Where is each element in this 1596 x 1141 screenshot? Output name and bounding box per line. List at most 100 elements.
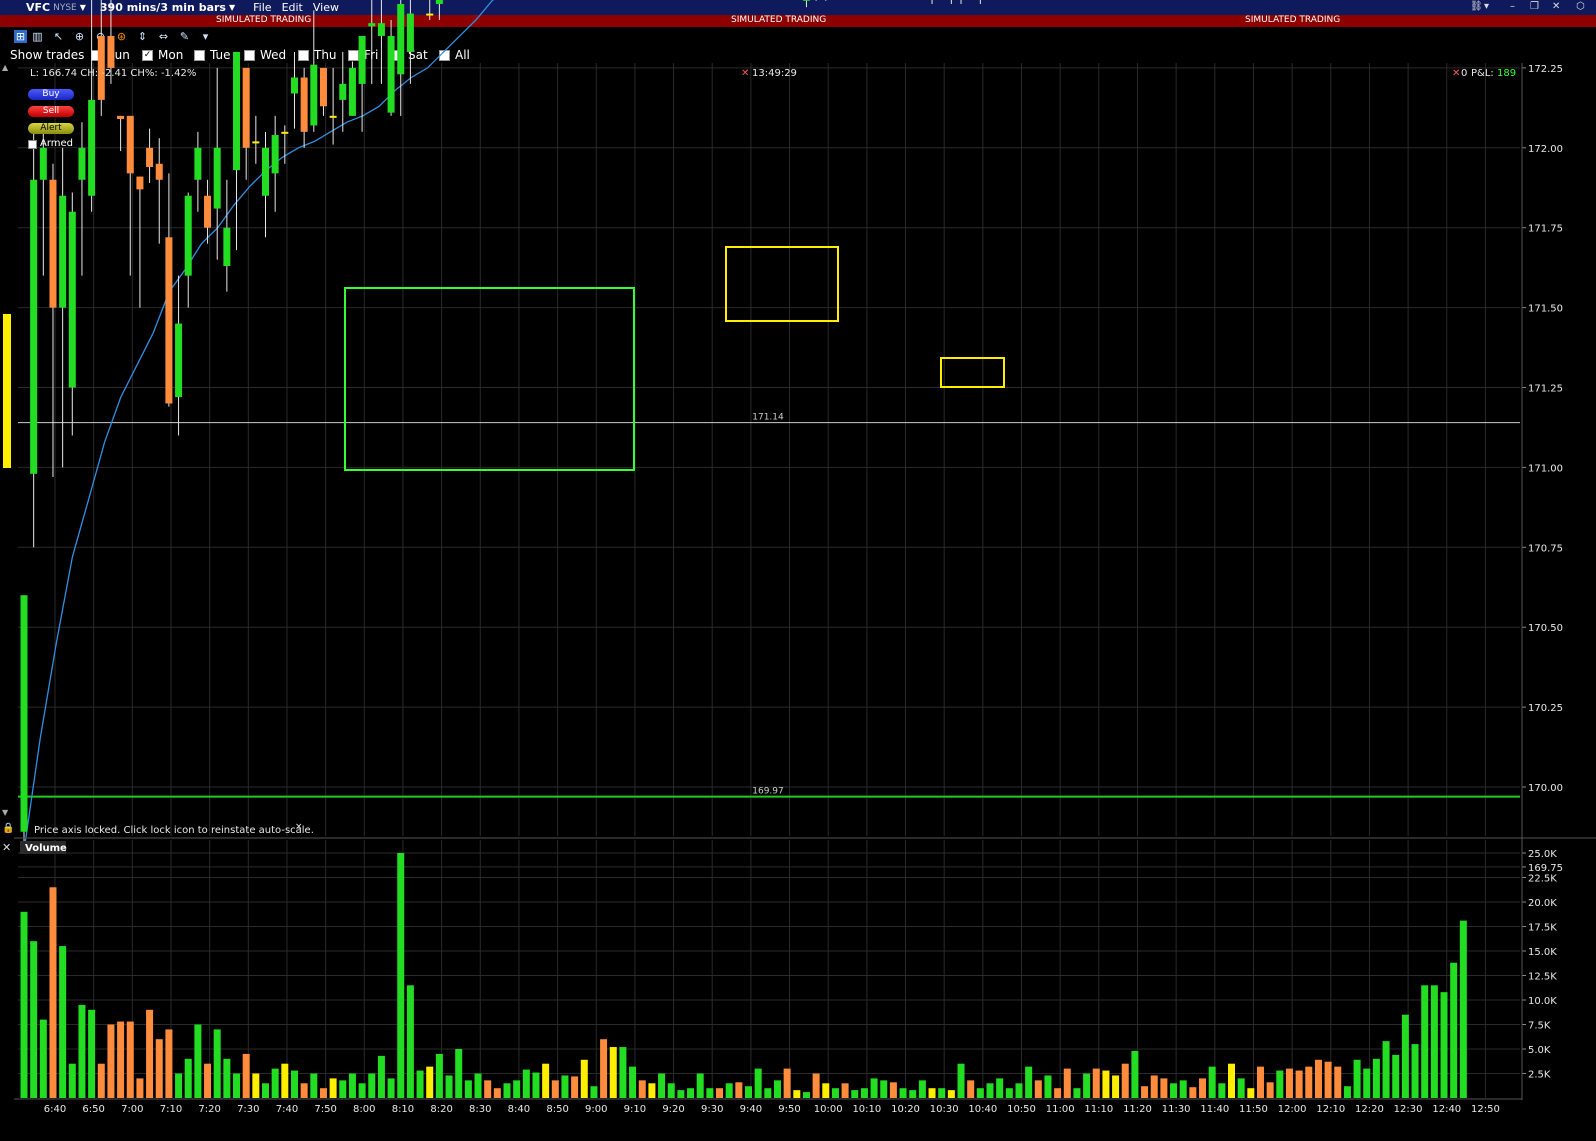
price-tick-label: 171.00 bbox=[1528, 463, 1563, 474]
volume-bar bbox=[677, 1090, 685, 1098]
volume-bar bbox=[1044, 1075, 1052, 1098]
close-icon[interactable]: ✕ bbox=[741, 68, 749, 79]
candle-body bbox=[281, 131, 289, 134]
volume-bar bbox=[290, 1070, 298, 1098]
axis-locked-note: Price axis locked. Click lock icon to re… bbox=[34, 825, 314, 836]
time-tick-label: 10:40 bbox=[968, 1104, 997, 1115]
pnl-label: P&L: bbox=[1471, 68, 1494, 79]
highlight-box-yellow bbox=[725, 246, 839, 322]
volume-bar bbox=[725, 1083, 733, 1098]
volume-bar bbox=[377, 1055, 385, 1098]
candle-body bbox=[310, 64, 318, 126]
candle-body bbox=[802, 0, 810, 1]
volume-bar bbox=[1353, 1059, 1361, 1098]
price-tick-label: 171.25 bbox=[1528, 384, 1563, 395]
time-tick-label: 9:30 bbox=[701, 1104, 723, 1115]
candle-body bbox=[397, 3, 405, 75]
volume-bar bbox=[126, 1021, 134, 1098]
volume-bar bbox=[484, 1080, 492, 1098]
price-volume-chart[interactable]: 174.35173.13171.14169.97 169.75170.00170… bbox=[0, 0, 1596, 1141]
volume-bar bbox=[1305, 1066, 1313, 1098]
volume-bar bbox=[1411, 1044, 1419, 1098]
volume-bar bbox=[435, 1053, 443, 1098]
time-tick-label: 9:20 bbox=[662, 1104, 684, 1115]
volume-bar bbox=[551, 1080, 559, 1098]
volume-bar bbox=[638, 1080, 646, 1098]
volume-bar bbox=[165, 1029, 173, 1098]
time-tick-label: 9:10 bbox=[624, 1104, 646, 1115]
volume-bar bbox=[426, 1066, 434, 1098]
vwap-polyline bbox=[23, 0, 495, 851]
time-tick-label: 12:00 bbox=[1278, 1104, 1307, 1115]
candle-body bbox=[300, 77, 308, 132]
time-tick-label: 7:20 bbox=[198, 1104, 220, 1115]
clock-text: 13:49:29 bbox=[752, 68, 797, 79]
price-level-label: 169.97 bbox=[752, 787, 784, 797]
vwap-line bbox=[23, 0, 495, 851]
buy-button[interactable]: Buy bbox=[28, 89, 74, 100]
candle-body bbox=[39, 147, 47, 180]
volume-bar bbox=[773, 1080, 781, 1098]
volume-bar bbox=[1218, 1083, 1226, 1098]
volume-bar bbox=[1401, 1014, 1409, 1098]
sell-button[interactable]: Sell bbox=[28, 106, 74, 117]
volume-bar bbox=[1237, 1078, 1245, 1098]
volume-bar bbox=[889, 1082, 897, 1098]
volume-bar bbox=[1160, 1078, 1168, 1098]
price-tick-label: 169.75 bbox=[1528, 863, 1563, 874]
candle-body bbox=[146, 147, 154, 167]
volume-bar bbox=[1421, 985, 1429, 1098]
volume-bar bbox=[1150, 1075, 1158, 1098]
volume-bar bbox=[1343, 1086, 1351, 1098]
price-level-label: 171.14 bbox=[752, 413, 784, 423]
volume-bar bbox=[445, 1075, 453, 1098]
volume-bar bbox=[986, 1083, 994, 1098]
volume-bar bbox=[561, 1075, 569, 1098]
volume-bar bbox=[590, 1086, 598, 1098]
volume-bar bbox=[880, 1080, 888, 1098]
candle-body bbox=[252, 141, 260, 144]
volume-bar bbox=[735, 1082, 743, 1098]
volume-bar bbox=[1295, 1070, 1303, 1098]
volume-bar bbox=[1179, 1080, 1187, 1098]
armed-checkbox[interactable] bbox=[28, 140, 37, 149]
volume-label: Volume bbox=[25, 843, 67, 854]
volume-bar bbox=[68, 1063, 76, 1098]
volume-bar bbox=[397, 853, 405, 1098]
time-tick-label: 11:40 bbox=[1200, 1104, 1229, 1115]
candle-body bbox=[233, 51, 241, 171]
volume-bar bbox=[860, 1088, 868, 1098]
volume-bar bbox=[1170, 1083, 1178, 1098]
volume-bar bbox=[464, 1080, 472, 1098]
close-icon[interactable]: ✕ bbox=[1452, 68, 1460, 79]
volume-bar bbox=[49, 887, 57, 1098]
volume-bar bbox=[899, 1088, 907, 1098]
volume-bar bbox=[1276, 1070, 1284, 1098]
candle-body bbox=[242, 67, 250, 148]
volume-bar bbox=[532, 1072, 540, 1098]
time-tick-label: 11:00 bbox=[1046, 1104, 1075, 1115]
volume-bar bbox=[1015, 1083, 1023, 1098]
volume-bar bbox=[648, 1083, 656, 1098]
volume-bar bbox=[1208, 1066, 1216, 1098]
time-tick-label: 10:10 bbox=[852, 1104, 881, 1115]
volume-bar bbox=[967, 1080, 975, 1098]
time-tick-label: 6:40 bbox=[44, 1104, 66, 1115]
volume-bar bbox=[909, 1090, 917, 1098]
candle-body bbox=[30, 179, 38, 474]
time-axis: 6:40 6:50 7:00 7:10 7:20 7:30 7:40 7:50 8:00 8:10… bbox=[44, 1104, 1500, 1115]
volume-bar bbox=[812, 1073, 820, 1098]
stats-text: L: 166.74 CH: -2.41 CH%: -1.42% bbox=[30, 68, 196, 79]
volume-bar bbox=[271, 1068, 279, 1098]
volume-tick-label: 10.0K bbox=[1528, 996, 1557, 1007]
close-icon[interactable]: × bbox=[295, 822, 303, 832]
time-tick-label: 9:00 bbox=[585, 1104, 607, 1115]
candle-body bbox=[435, 0, 443, 4]
alert-button[interactable]: Alert bbox=[28, 123, 74, 134]
volume-bar bbox=[319, 1088, 327, 1098]
volume-bar bbox=[136, 1078, 144, 1098]
volume-bar bbox=[822, 1083, 830, 1098]
candle-body bbox=[368, 23, 376, 27]
volume-bar bbox=[194, 1024, 202, 1098]
volume-bar bbox=[1073, 1088, 1081, 1098]
